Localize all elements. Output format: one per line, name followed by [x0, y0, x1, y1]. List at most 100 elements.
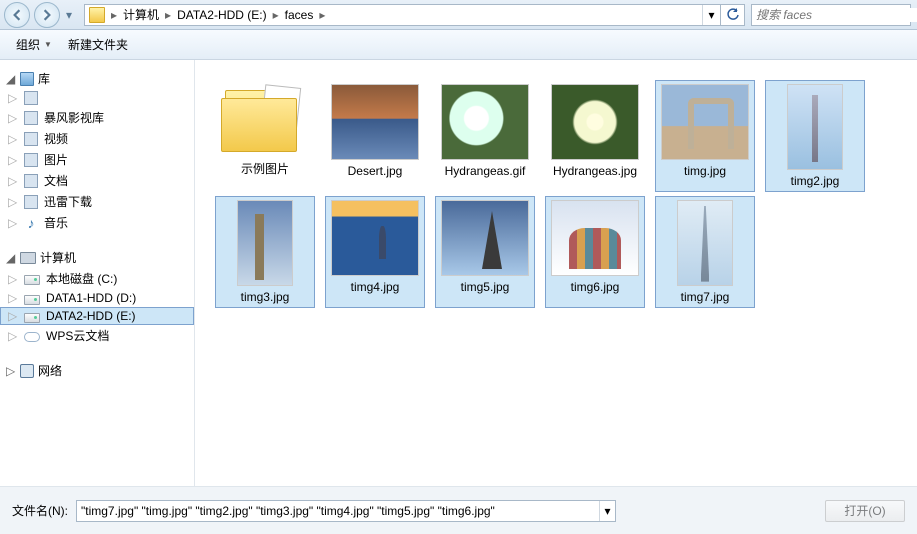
sidebar: ◢ 库 ▷ ▷暴风影视库▷视频▷图片▷文档▷迅雷下载▷♪音乐 ◢ 计算机 ▷本地… — [0, 60, 195, 486]
nav-back-button[interactable] — [4, 2, 30, 28]
file-label: timg6.jpg — [549, 280, 641, 294]
folder-item[interactable]: 示例图片 — [215, 80, 315, 192]
tree-group-libraries: ◢ 库 ▷ ▷暴风影视库▷视频▷图片▷文档▷迅雷下载▷♪音乐 — [0, 68, 194, 233]
pictures-icon — [24, 153, 38, 167]
tree-item-label: DATA2-HDD (E:) — [46, 309, 136, 323]
expand-icon[interactable]: ▷ — [8, 291, 18, 305]
tree-item-label: 文档 — [44, 172, 68, 189]
chevron-right-icon[interactable]: ▸ — [163, 8, 173, 22]
nav-forward-button[interactable] — [34, 2, 60, 28]
download-icon — [24, 195, 38, 209]
titlebar: ▾ ▸ 计算机▸DATA2-HDD (E:)▸faces▸ ▾ — [0, 0, 917, 30]
nav-history-dropdown[interactable]: ▾ — [62, 4, 76, 26]
tree-header-network[interactable]: ▷ 网络 — [0, 360, 194, 381]
expand-icon[interactable]: ▷ — [8, 329, 18, 343]
thumbnail — [787, 84, 843, 170]
file-pane[interactable]: 示例图片 Desert.jpg Hydrangeas.gif Hydrangeas.j… — [195, 60, 917, 486]
tree-item-label: 迅雷下载 — [44, 193, 92, 210]
filename-input[interactable] — [77, 504, 599, 518]
chevron-right-icon[interactable]: ▸ — [317, 8, 327, 22]
thumbnail — [441, 200, 529, 276]
drive-icon — [24, 295, 40, 305]
thumbnail — [661, 84, 749, 160]
file-label: timg.jpg — [659, 164, 751, 178]
file-item[interactable]: timg7.jpg — [655, 196, 755, 308]
refresh-button[interactable] — [721, 4, 745, 26]
expand-icon[interactable]: ▷ — [8, 195, 18, 209]
tree-item[interactable]: ▷ 本地磁盘 (C:) — [0, 268, 194, 289]
tree-item[interactable]: ▷图片 — [0, 149, 194, 170]
open-button[interactable]: 打开(O) — [825, 500, 905, 522]
expand-icon[interactable]: ▷ — [6, 364, 16, 378]
library-item-icon — [24, 91, 38, 105]
search-box[interactable] — [751, 4, 911, 26]
organize-button[interactable]: 组织 ▼ — [8, 33, 60, 56]
expand-icon[interactable]: ▷ — [8, 309, 18, 323]
file-item[interactable]: timg5.jpg — [435, 196, 535, 308]
thumbnail — [677, 200, 733, 286]
chevron-down-icon[interactable]: ▾ — [599, 501, 615, 521]
expand-icon[interactable]: ▷ — [8, 174, 18, 188]
tree-item-label: 本地磁盘 (C:) — [46, 270, 117, 287]
collapse-icon: ◢ — [6, 72, 16, 86]
tree-group-network: ▷ 网络 — [0, 360, 194, 381]
toolbar: 组织 ▼ 新建文件夹 — [0, 30, 917, 60]
address-bar[interactable]: ▸ 计算机▸DATA2-HDD (E:)▸faces▸ ▾ — [84, 4, 721, 26]
chevron-down-icon: ▼ — [44, 40, 52, 49]
search-input[interactable] — [752, 8, 917, 22]
file-label: timg4.jpg — [329, 280, 421, 294]
breadcrumb-segment[interactable]: DATA2-HDD (E:) — [173, 5, 271, 25]
computer-label: 计算机 — [40, 249, 76, 266]
thumbnail — [237, 200, 293, 286]
tree-item[interactable]: ▷ 迅雷下载 — [0, 191, 194, 212]
tree-item[interactable]: ▷视频 — [0, 128, 194, 149]
tree-header-libraries[interactable]: ◢ 库 — [0, 68, 194, 89]
new-folder-label: 新建文件夹 — [68, 36, 128, 53]
tree-item[interactable]: ▷DATA1-HDD (D:) — [0, 289, 194, 307]
expand-icon[interactable]: ▷ — [8, 216, 18, 230]
collapse-icon: ◢ — [6, 251, 16, 265]
thumbnail — [331, 200, 419, 276]
media-icon — [24, 111, 38, 125]
file-label: 示例图片 — [219, 160, 311, 177]
network-icon — [20, 364, 34, 378]
tree-item-label: 暴风影视库 — [44, 109, 104, 126]
file-label: Desert.jpg — [329, 164, 421, 178]
expand-icon[interactable]: ▷ — [8, 111, 18, 125]
tree-item[interactable]: ▷ — [0, 89, 194, 107]
filename-combobox[interactable]: ▾ — [76, 500, 616, 522]
new-folder-button[interactable]: 新建文件夹 — [60, 33, 136, 56]
computer-icon — [20, 252, 36, 264]
documents-icon — [24, 174, 38, 188]
expand-icon[interactable]: ▷ — [8, 91, 18, 105]
chevron-right-icon[interactable]: ▸ — [109, 8, 119, 22]
breadcrumb-segment[interactable]: faces — [281, 5, 318, 25]
file-item[interactable]: Hydrangeas.gif — [435, 80, 535, 192]
file-label: timg3.jpg — [219, 290, 311, 304]
file-label: timg2.jpg — [769, 174, 861, 188]
tree-item[interactable]: ▷♪音乐 — [0, 212, 194, 233]
file-item[interactable]: timg6.jpg — [545, 196, 645, 308]
tree-item[interactable]: ▷ 文档 — [0, 170, 194, 191]
tree-header-computer[interactable]: ◢ 计算机 — [0, 247, 194, 268]
expand-icon[interactable]: ▷ — [8, 132, 18, 146]
address-dropdown[interactable]: ▾ — [702, 5, 720, 25]
file-item[interactable]: timg.jpg — [655, 80, 755, 192]
file-item[interactable]: Desert.jpg — [325, 80, 425, 192]
tree-item[interactable]: ▷ DATA2-HDD (E:) — [0, 307, 194, 325]
file-item[interactable]: timg3.jpg — [215, 196, 315, 308]
tree-item[interactable]: ▷WPS云文档 — [0, 325, 194, 346]
expand-icon[interactable]: ▷ — [8, 272, 18, 286]
tree-item[interactable]: ▷ 暴风影视库 — [0, 107, 194, 128]
tree-item-label: 音乐 — [44, 214, 68, 231]
network-label: 网络 — [38, 362, 62, 379]
chevron-right-icon[interactable]: ▸ — [271, 8, 281, 22]
expand-icon[interactable]: ▷ — [8, 153, 18, 167]
file-item[interactable]: timg4.jpg — [325, 196, 425, 308]
file-item[interactable]: Hydrangeas.jpg — [545, 80, 645, 192]
breadcrumb-segment[interactable]: 计算机 — [119, 5, 163, 25]
libraries-label: 库 — [38, 70, 50, 87]
file-label: Hydrangeas.gif — [439, 164, 531, 178]
tree-group-computer: ◢ 计算机 ▷本地磁盘 (C:)▷DATA1-HDD (D:)▷DATA2-HD… — [0, 247, 194, 346]
file-item[interactable]: timg2.jpg — [765, 80, 865, 192]
